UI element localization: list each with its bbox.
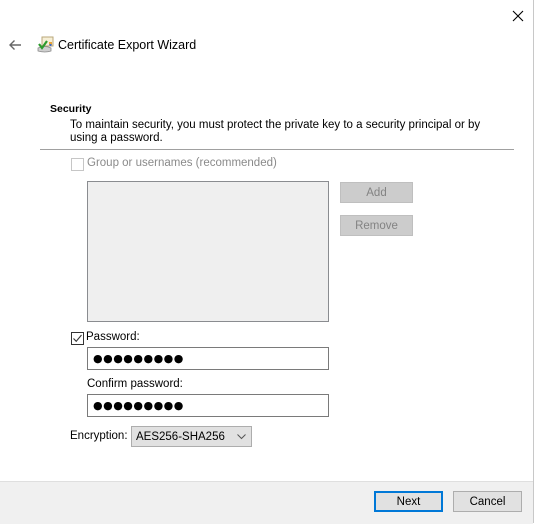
password-input[interactable]: ●●●●●●●●● [87, 347, 329, 370]
encryption-select[interactable]: AES256-SHA256 [131, 426, 252, 447]
window-title: Certificate Export Wizard [58, 38, 197, 52]
group-usernames-label: Group or usernames (recommended) [87, 157, 277, 169]
checkmark-icon [73, 334, 82, 343]
confirm-password-label: Confirm password: [87, 378, 183, 390]
group-usernames-checkbox[interactable] [71, 158, 84, 171]
certificate-export-wizard-window: Certificate Export Wizard Security To ma… [0, 0, 534, 524]
password-label: Password: [86, 331, 140, 343]
password-value: ●●●●●●●●● [93, 352, 184, 365]
confirm-password-value: ●●●●●●●●● [93, 399, 184, 412]
group-usernames-listbox[interactable] [87, 181, 329, 322]
back-arrow-icon [9, 40, 21, 50]
encryption-label: Encryption: [70, 430, 128, 442]
password-checkbox[interactable] [71, 332, 84, 345]
certificate-wizard-icon [37, 36, 54, 53]
close-icon [512, 10, 524, 22]
section-title: Security [50, 103, 92, 115]
confirm-password-input[interactable]: ●●●●●●●●● [87, 394, 329, 417]
chevron-down-icon [237, 434, 246, 440]
back-button[interactable] [6, 36, 24, 54]
section-divider [40, 149, 514, 150]
cancel-button[interactable]: Cancel [453, 491, 522, 512]
add-button[interactable]: Add [340, 182, 413, 203]
wizard-footer: Next Cancel [0, 481, 533, 524]
encryption-selected-value: AES256-SHA256 [136, 430, 225, 443]
remove-button[interactable]: Remove [340, 215, 413, 236]
section-description: To maintain security, you must protect t… [70, 119, 481, 144]
close-button[interactable] [506, 4, 530, 28]
next-button[interactable]: Next [374, 491, 443, 512]
